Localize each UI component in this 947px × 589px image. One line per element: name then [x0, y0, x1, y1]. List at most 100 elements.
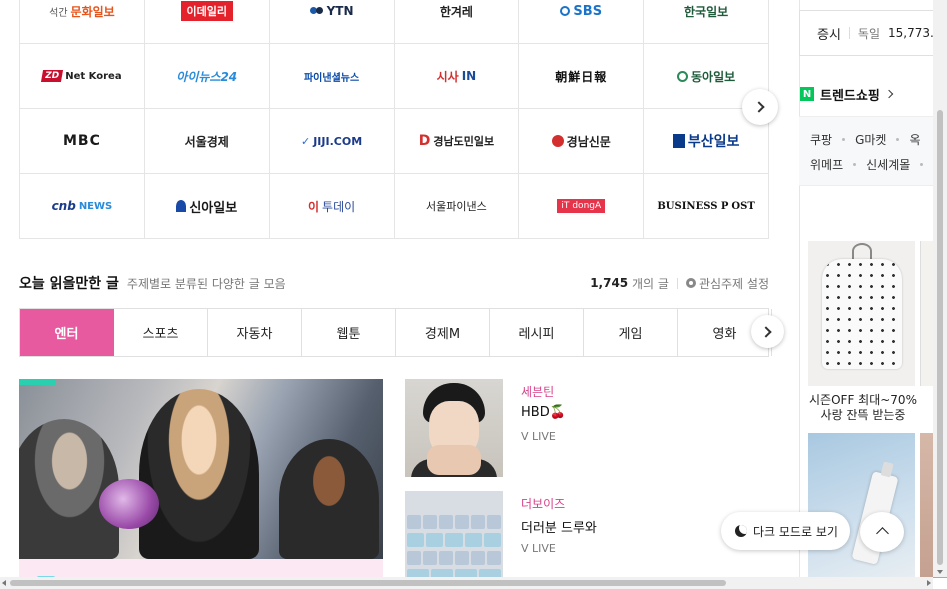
mall-tag[interactable]: G마켓 — [855, 131, 886, 148]
tab-recipe[interactable]: 레시피 — [490, 309, 584, 356]
press-name: 朝鮮日報 — [555, 69, 608, 84]
tab-sports[interactable]: 스포츠 — [114, 309, 208, 356]
article-title: 더러분 드루와 — [521, 521, 597, 536]
press-seoul-finance[interactable]: 서울파이낸스 — [394, 174, 520, 239]
press-business-post[interactable]: BUSINESS P OST — [644, 174, 769, 239]
image-figure — [139, 389, 259, 559]
press-name: OST — [731, 200, 755, 212]
press-ytn[interactable]: YTN — [269, 0, 395, 44]
press-gyeongnam-domin[interactable]: D 경남도민일보 — [394, 109, 520, 174]
list-item[interactable]: 세븐틴 HBD🍒 V LIVE — [405, 379, 765, 477]
article-count: 1,745 — [590, 276, 629, 290]
featured-article-image[interactable] — [19, 379, 383, 559]
knnews-circle-icon — [551, 135, 564, 147]
press-fnnews[interactable]: 파이낸셜뉴스 — [269, 44, 395, 109]
reading-meta: 1,745 개의 글 관심주제 설정 — [590, 275, 769, 292]
press-sbs[interactable]: SBS — [519, 0, 645, 44]
press-next-button[interactable] — [742, 89, 778, 125]
press-name: SBS — [573, 3, 603, 19]
tab-economy[interactable]: 경제M — [396, 309, 490, 356]
press-prefix: iT — [561, 201, 570, 211]
list-item[interactable]: 더보이즈 더러분 드루와 V LIVE — [405, 491, 765, 589]
press-etoday[interactable]: 이 투데이 — [269, 174, 395, 239]
mall-tag[interactable]: 신세계몰 — [866, 156, 910, 173]
press-cnbnews[interactable]: cnb NEWS — [20, 174, 145, 239]
sbs-ring-icon — [560, 6, 571, 16]
product-caption[interactable]: 시즌OFF 최대~70% 사랑 잔뜩 받는중 — [808, 393, 918, 423]
bullet — [896, 138, 900, 141]
section-title: 오늘 읽을만한 글 — [19, 276, 119, 292]
press-edaily[interactable]: 이데일리 — [144, 0, 270, 44]
tab-webtoon[interactable]: 웹툰 — [302, 309, 396, 356]
scrollbar-thumb[interactable] — [937, 110, 943, 565]
press-name: 문화일보 — [70, 4, 115, 19]
press-name: JIJI.COM — [313, 134, 363, 148]
press-name: 신아일보 — [189, 200, 238, 216]
shina-mark-icon — [176, 200, 187, 212]
tab-car[interactable]: 자동차 — [208, 309, 302, 356]
product-image-bottle[interactable] — [808, 433, 915, 578]
press-logo-grid: 석간 문화일보 이데일리 YTN 한겨레 SBS 한국일보 ZD Net Korea… — [19, 0, 769, 239]
scrollbar-thumb[interactable] — [10, 580, 726, 586]
horizontal-scrollbar[interactable] — [0, 577, 933, 589]
press-name: Net Korea — [65, 70, 122, 82]
press-name: 경남도민일보 — [433, 135, 495, 148]
press-mbc[interactable]: MBC — [20, 109, 145, 174]
chevron-right-icon — [752, 101, 765, 113]
trend-shopping-header[interactable]: N 트렌드쇼핑 — [800, 84, 894, 104]
press-inews24[interactable]: 아이뉴스24 — [144, 44, 270, 109]
press-name: 아이뉴스24 — [176, 69, 238, 84]
scroll-left-arrow-icon[interactable] — [2, 580, 6, 586]
bullet — [842, 138, 846, 141]
article-source: V LIVE — [521, 542, 556, 555]
press-hani[interactable]: 한겨레 — [394, 0, 520, 44]
press-seoul-economy[interactable]: 서울경제 — [144, 109, 270, 174]
press-name: 서울경제 — [184, 134, 229, 149]
press-zdnet[interactable]: ZD Net Korea — [20, 44, 145, 109]
scroll-down-arrow-icon[interactable] — [937, 570, 943, 574]
domin-mark-icon: D — [418, 133, 431, 149]
press-prefix: cnb — [51, 199, 76, 213]
article-category: 세븐틴 — [521, 385, 555, 399]
arrow-up-icon — [875, 527, 889, 540]
divider — [676, 277, 678, 289]
tab-enter[interactable]: 엔터 — [20, 309, 114, 356]
press-hankook[interactable]: 한국일보 — [644, 0, 769, 44]
dark-mode-button[interactable]: 다크 모드로 보기 — [721, 512, 850, 550]
press-sisain[interactable]: 시사 IN — [394, 44, 520, 109]
image-corner-tag — [19, 379, 55, 385]
topic-settings-link[interactable]: 관심주제 설정 — [685, 275, 769, 292]
mall-tag[interactable]: 쿠팡 — [810, 131, 832, 148]
product-image-blouse[interactable] — [808, 241, 915, 386]
bullet — [853, 163, 857, 166]
press-name: 한겨레 — [439, 4, 473, 19]
press-itdonga[interactable]: iT dongA — [519, 174, 645, 239]
press-prefix: ZD — [41, 70, 64, 82]
vertical-scrollbar[interactable] — [933, 0, 947, 577]
press-name: YTN — [326, 4, 354, 18]
mall-tag[interactable]: 옥 — [909, 131, 920, 148]
busan-mark-icon — [672, 134, 685, 148]
scroll-right-arrow-icon[interactable] — [927, 580, 931, 586]
jiji-mark-icon: ✓ — [301, 134, 311, 148]
naver-n-icon: N — [800, 87, 814, 101]
trend-title: 트렌드쇼핑 — [820, 88, 880, 104]
image-figure — [279, 439, 379, 559]
tab-game[interactable]: 게임 — [584, 309, 678, 356]
ytn-dots-icon — [309, 7, 324, 15]
press-shina[interactable]: 신아일보 — [144, 174, 270, 239]
press-knnews[interactable]: 경남신문 — [519, 109, 645, 174]
tabs-next-button[interactable] — [751, 315, 784, 348]
section-subtitle: 주제별로 분류된 다양한 글 모음 — [126, 276, 286, 291]
press-chosun[interactable]: 朝鮮日報 — [519, 44, 645, 109]
stock-ticker[interactable]: 증시 독일 15,773.5 — [799, 10, 947, 56]
press-jiji[interactable]: ✓ JIJI.COM — [269, 109, 395, 174]
donga-circle-icon — [676, 70, 688, 82]
topic-tabs: 엔터 스포츠 자동차 웹툰 경제M 레시피 게임 영화 — [19, 308, 772, 357]
press-munhwa[interactable]: 석간 문화일보 — [20, 0, 145, 44]
chevron-right-icon — [884, 89, 894, 99]
mall-tag[interactable]: 위메프 — [810, 156, 843, 173]
stock-market: 독일 — [857, 26, 881, 41]
scroll-to-top-button[interactable] — [860, 512, 904, 552]
press-name: 이데일리 — [180, 1, 233, 21]
